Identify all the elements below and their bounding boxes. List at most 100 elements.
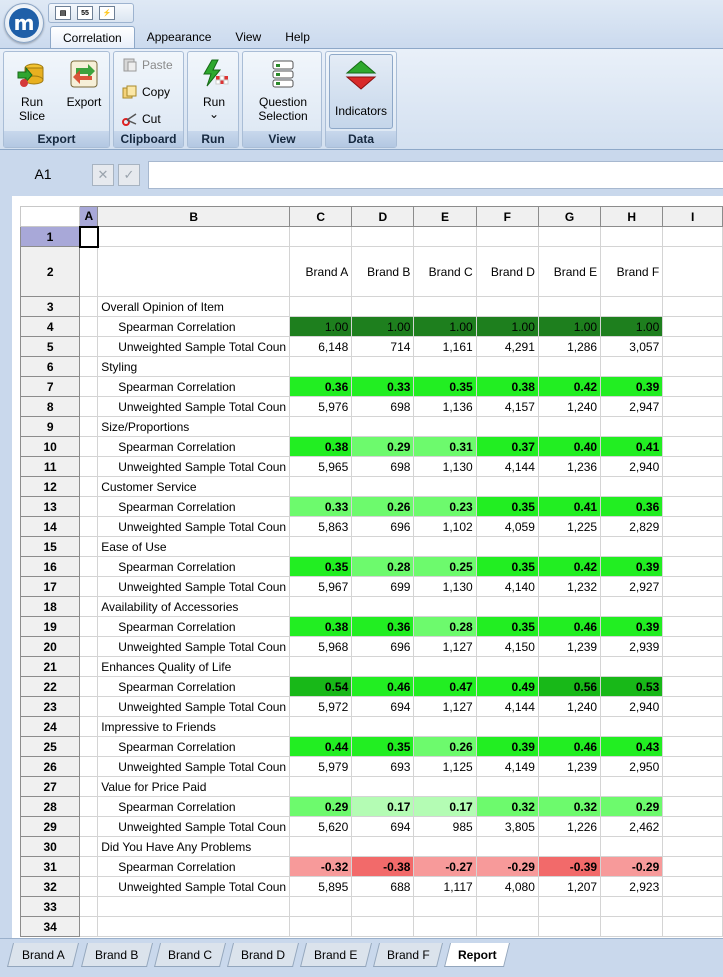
row-header[interactable]: 33 — [19, 896, 81, 917]
row-header[interactable]: 15 — [19, 536, 81, 557]
empty-cell[interactable] — [537, 656, 602, 677]
sample-count-cell[interactable]: 1,240 — [537, 696, 602, 717]
row-label[interactable]: Unweighted Sample Total Coun — [97, 336, 291, 357]
row-header[interactable]: 23 — [19, 696, 81, 717]
empty-cell[interactable] — [289, 416, 353, 437]
row-label[interactable]: Spearman Correlation — [97, 316, 291, 337]
empty-cell[interactable] — [537, 476, 602, 497]
row-header[interactable]: 11 — [19, 456, 81, 477]
row-label[interactable]: Unweighted Sample Total Coun — [97, 516, 291, 537]
correlation-cell[interactable]: 0.53 — [600, 676, 664, 697]
correlation-cell[interactable]: -0.27 — [413, 856, 477, 877]
empty-cell[interactable] — [475, 536, 539, 557]
sample-count-cell[interactable]: 6,148 — [289, 336, 353, 357]
empty-cell[interactable] — [662, 636, 723, 657]
row-label[interactable] — [97, 226, 291, 247]
cell-a[interactable] — [79, 476, 99, 497]
sample-count-cell[interactable]: 4,150 — [475, 636, 539, 657]
row-label[interactable]: Unweighted Sample Total Coun — [97, 696, 291, 717]
cell-a[interactable] — [79, 736, 99, 757]
correlation-cell[interactable]: 0.42 — [537, 376, 602, 397]
column-header-g[interactable]: G — [537, 206, 602, 227]
sample-count-cell[interactable]: 5,968 — [289, 636, 353, 657]
row-label[interactable]: Unweighted Sample Total Coun — [97, 816, 291, 837]
sample-count-cell[interactable]: 1,127 — [413, 696, 477, 717]
row-header[interactable]: 25 — [19, 736, 81, 757]
cell-a[interactable] — [79, 796, 99, 817]
empty-cell[interactable] — [351, 226, 415, 247]
correlation-cell[interactable]: -0.29 — [475, 856, 539, 877]
stats-icon[interactable]: 55 — [77, 6, 93, 20]
sample-count-cell[interactable]: 5,972 — [289, 696, 353, 717]
correlation-cell[interactable]: 0.46 — [537, 736, 602, 757]
cell-a[interactable] — [79, 716, 99, 737]
indicators-button[interactable]: Indicators — [329, 54, 393, 129]
cell-a[interactable] — [79, 656, 99, 677]
row-header[interactable]: 8 — [19, 396, 81, 417]
sample-count-cell[interactable]: 1,286 — [537, 336, 602, 357]
row-label[interactable] — [97, 246, 291, 297]
empty-cell[interactable] — [600, 226, 664, 247]
empty-cell[interactable] — [662, 736, 723, 757]
confirm-edit-button[interactable]: ✓ — [118, 164, 140, 186]
cell-a[interactable] — [79, 536, 99, 557]
row-label[interactable]: Unweighted Sample Total Coun — [97, 396, 291, 417]
row-header[interactable]: 6 — [19, 356, 81, 377]
cell-a[interactable] — [79, 376, 99, 397]
cell-a[interactable] — [79, 246, 99, 297]
empty-cell[interactable] — [662, 796, 723, 817]
select-all-corner[interactable] — [19, 206, 81, 227]
tab-help[interactable]: Help — [273, 26, 322, 48]
row-header[interactable]: 24 — [19, 716, 81, 737]
sample-count-cell[interactable]: 1,125 — [413, 756, 477, 777]
empty-cell[interactable] — [351, 896, 415, 917]
sample-count-cell[interactable]: 985 — [413, 816, 477, 837]
row-header[interactable]: 14 — [19, 516, 81, 537]
cell-a[interactable] — [79, 356, 99, 377]
cell-reference[interactable]: A1 — [18, 164, 68, 184]
empty-cell[interactable] — [600, 916, 664, 937]
sheet-tab-brand-c[interactable]: Brand C — [154, 943, 226, 967]
empty-cell[interactable] — [600, 596, 664, 617]
sample-count-cell[interactable]: 4,157 — [475, 396, 539, 417]
row-label[interactable]: Spearman Correlation — [97, 616, 291, 637]
empty-cell[interactable] — [600, 656, 664, 677]
sample-count-cell[interactable]: 2,940 — [600, 456, 664, 477]
brand-header-cell[interactable]: Brand D — [475, 246, 539, 297]
copy-button[interactable]: Copy — [122, 85, 170, 99]
cell-a[interactable] — [79, 836, 99, 857]
column-header-h[interactable]: H — [600, 206, 664, 227]
row-label[interactable]: Unweighted Sample Total Coun — [97, 876, 291, 897]
brand-header-cell[interactable]: Brand A — [289, 246, 353, 297]
correlation-cell[interactable]: 0.41 — [537, 496, 602, 517]
correlation-cell[interactable]: 0.47 — [413, 676, 477, 697]
correlation-cell[interactable]: 0.25 — [413, 556, 477, 577]
cell-a[interactable] — [79, 296, 99, 317]
correlation-cell[interactable]: 0.28 — [351, 556, 415, 577]
row-label[interactable]: Styling — [97, 356, 291, 377]
empty-cell[interactable] — [662, 656, 723, 677]
empty-cell[interactable] — [413, 896, 477, 917]
empty-cell[interactable] — [600, 476, 664, 497]
sample-count-cell[interactable]: 688 — [351, 876, 415, 897]
correlation-cell[interactable]: 0.46 — [351, 676, 415, 697]
sheet-tab-brand-d[interactable]: Brand D — [227, 943, 299, 967]
sample-count-cell[interactable]: 2,829 — [600, 516, 664, 537]
row-header[interactable]: 30 — [19, 836, 81, 857]
sample-count-cell[interactable]: 1,239 — [537, 636, 602, 657]
correlation-cell[interactable]: 0.26 — [351, 496, 415, 517]
row-header[interactable]: 21 — [19, 656, 81, 677]
brand-header-cell[interactable]: Brand B — [351, 246, 415, 297]
sample-count-cell[interactable]: 1,117 — [413, 876, 477, 897]
empty-cell[interactable] — [475, 296, 539, 317]
row-label[interactable]: Value for Price Paid — [97, 776, 291, 797]
empty-cell[interactable] — [413, 656, 477, 677]
cell-a[interactable] — [79, 756, 99, 777]
sample-count-cell[interactable]: 5,967 — [289, 576, 353, 597]
empty-cell[interactable] — [289, 536, 353, 557]
empty-cell[interactable] — [537, 296, 602, 317]
row-header[interactable]: 18 — [19, 596, 81, 617]
cell-a[interactable] — [79, 616, 99, 637]
empty-cell[interactable] — [600, 896, 664, 917]
row-header[interactable]: 5 — [19, 336, 81, 357]
